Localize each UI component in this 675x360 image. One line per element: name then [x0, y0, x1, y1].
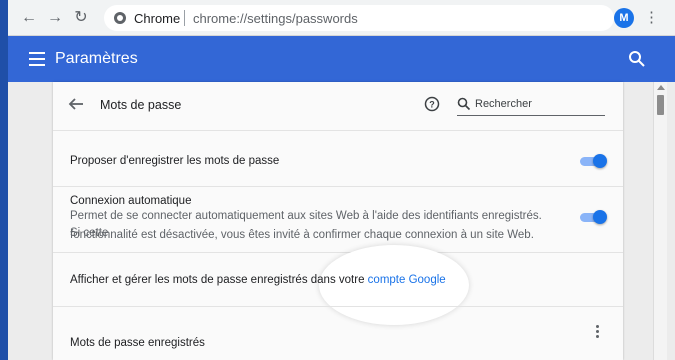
help-icon[interactable]: ? [424, 96, 440, 112]
profile-avatar[interactable]: M [614, 8, 634, 28]
settings-page: Mots de passe ? Proposer d'enregistrer l… [8, 82, 675, 360]
auto-signin-description-line2: fonctionnalité est désactivée, vous êtes… [70, 229, 534, 241]
divider [53, 306, 623, 307]
manage-passwords-row: Afficher et gérer les mots de passe enre… [70, 273, 446, 288]
offer-to-save-label: Proposer d'enregistrer les mots de passe [70, 155, 280, 167]
settings-header: Paramètres [8, 36, 675, 82]
forward-button[interactable]: → [46, 9, 64, 27]
search-icon [457, 97, 471, 111]
page-scrollbar[interactable] [653, 82, 667, 360]
settings-title: Paramètres [55, 50, 138, 67]
site-chip-label: Chrome [134, 11, 181, 26]
address-separator [184, 10, 185, 26]
manage-passwords-text: Afficher et gérer les mots de passe enre… [70, 274, 368, 286]
google-account-link[interactable]: compte Google [368, 274, 446, 286]
search-input[interactable] [475, 96, 603, 112]
divider [53, 186, 623, 187]
browser-toolbar: ← → ↻ Chrome chrome://settings/passwords… [8, 0, 675, 36]
browser-menu-icon[interactable]: ⋮ [644, 8, 659, 28]
page-title: Mots de passe [100, 98, 182, 112]
password-search-field[interactable] [457, 94, 605, 116]
saved-passwords-heading: Mots de passe enregistrés [70, 337, 205, 349]
scroll-thumb[interactable] [657, 95, 664, 115]
auto-signin-label: Connexion automatique [70, 195, 192, 207]
url-text[interactable]: chrome://settings/passwords [193, 11, 358, 26]
search-icon[interactable] [628, 50, 646, 68]
scroll-up-arrow-icon[interactable] [657, 85, 665, 90]
divider [53, 252, 623, 253]
address-bar[interactable]: Chrome chrome://settings/passwords ☆ [104, 5, 614, 31]
auto-signin-toggle[interactable] [580, 210, 607, 224]
back-arrow-icon[interactable] [67, 95, 85, 113]
more-actions-icon[interactable] [593, 325, 601, 341]
passwords-header: Mots de passe ? [53, 82, 623, 130]
passwords-card: Mots de passe ? Proposer d'enregistrer l… [53, 82, 623, 360]
reload-button[interactable]: ↻ [72, 9, 90, 27]
offer-to-save-toggle[interactable] [580, 154, 607, 168]
svg-text:?: ? [429, 100, 435, 110]
menu-hamburger-icon[interactable] [29, 52, 45, 66]
chrome-site-icon [114, 12, 126, 24]
back-button[interactable]: ← [20, 9, 38, 27]
divider [53, 130, 623, 131]
browser-window: ← → ↻ Chrome chrome://settings/passwords… [8, 0, 675, 360]
